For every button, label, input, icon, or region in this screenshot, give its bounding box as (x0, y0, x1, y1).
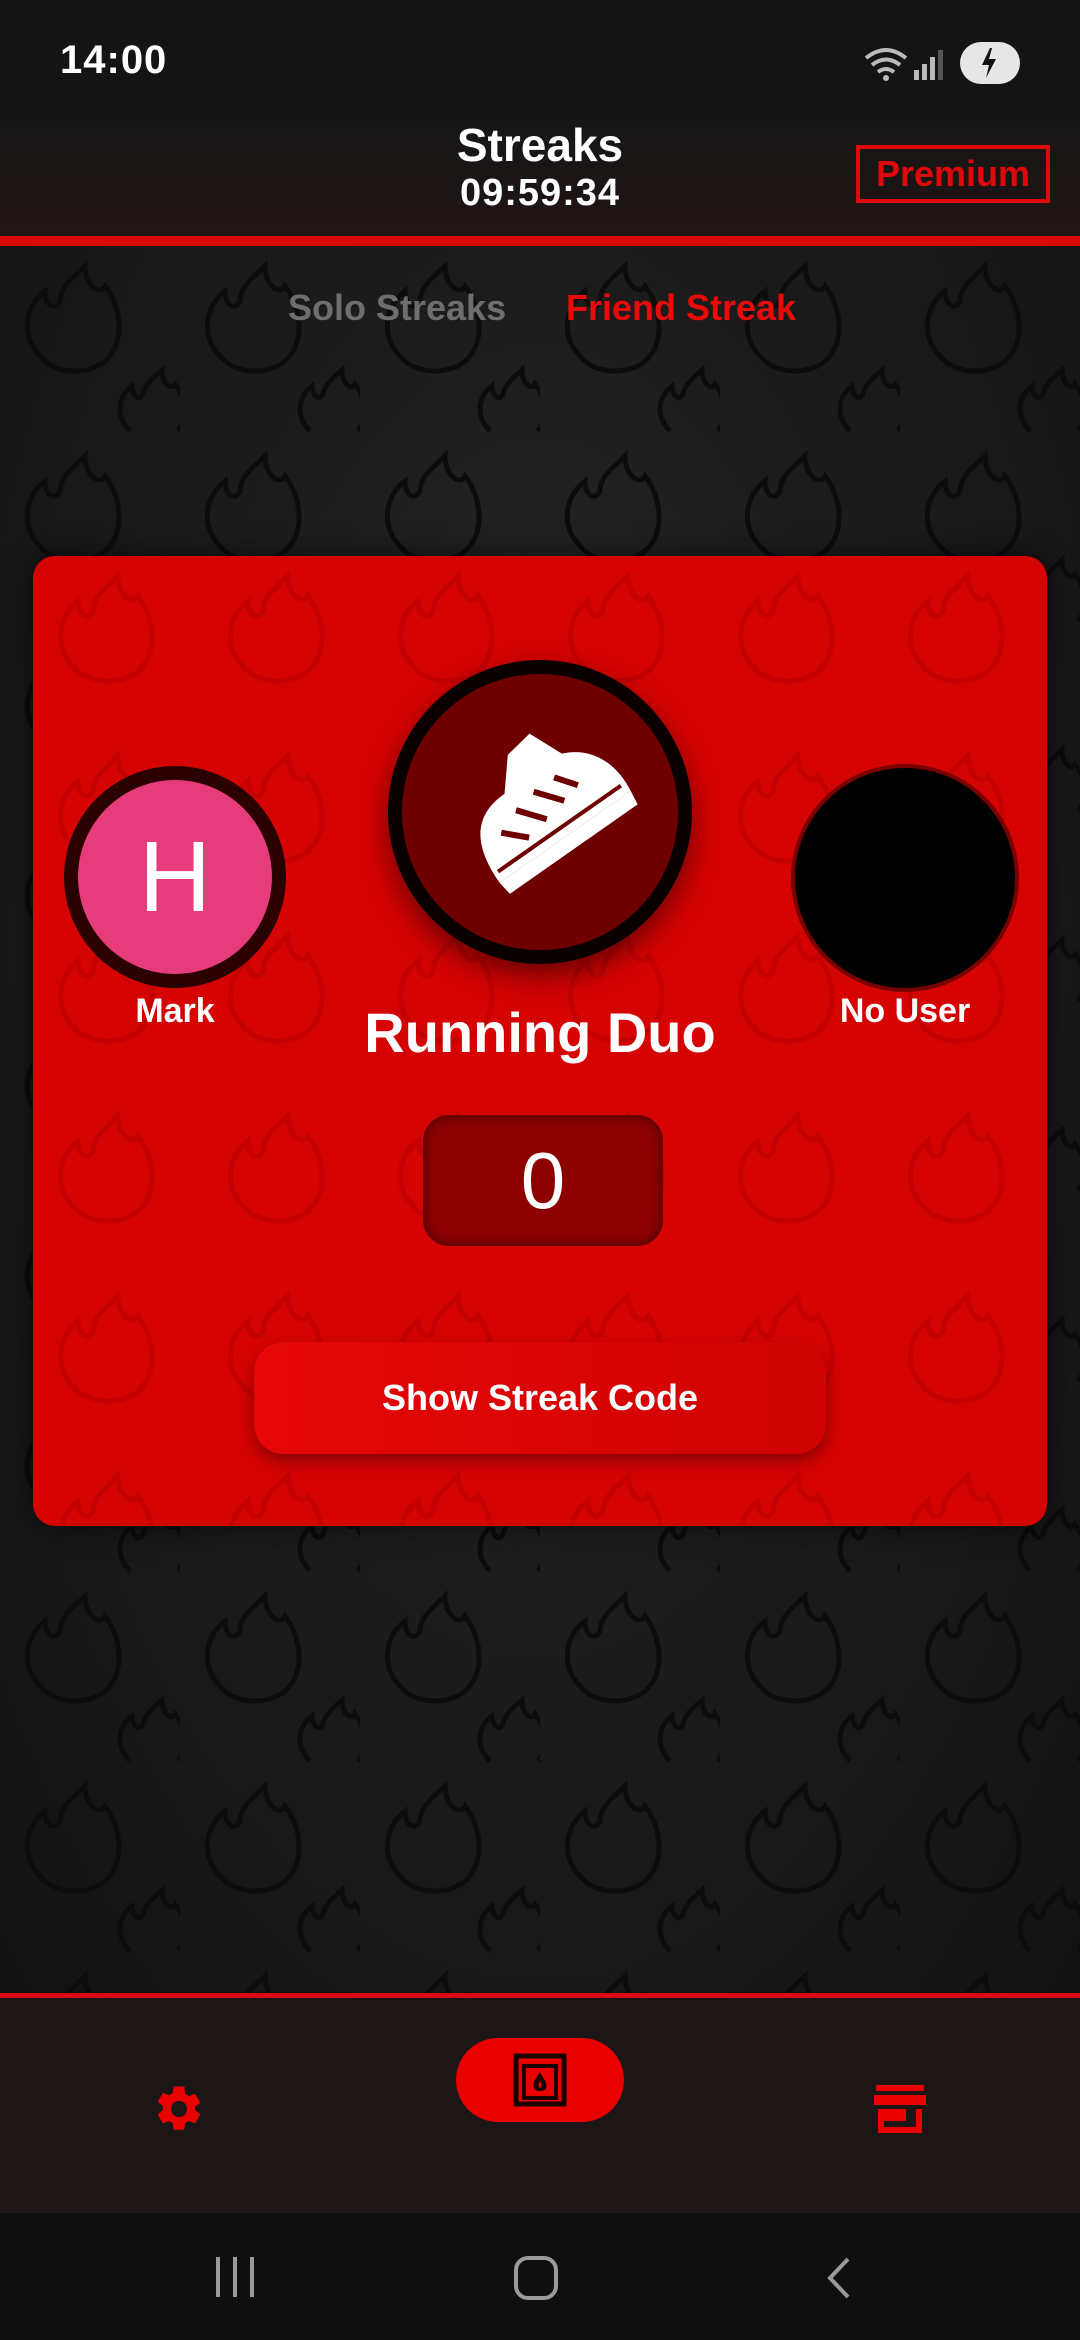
battery-charging-icon (960, 42, 1020, 84)
recent-apps-icon[interactable] (212, 2255, 258, 2299)
store-icon[interactable] (872, 2083, 928, 2135)
streak-count: 0 (423, 1115, 663, 1246)
gear-icon[interactable] (152, 2082, 206, 2136)
back-icon[interactable] (824, 2255, 854, 2301)
fireplace-icon (513, 2053, 567, 2107)
status-bar: 14:00 (0, 0, 1080, 120)
header-divider (0, 236, 1080, 246)
status-time: 14:00 (60, 38, 168, 82)
streak-title: Running Duo (364, 1001, 716, 1064)
tab-friend-streak[interactable]: Friend Streak (566, 287, 796, 329)
running-shoe-icon (480, 733, 638, 894)
home-icon[interactable] (513, 2255, 559, 2301)
tab-solo-streaks[interactable]: Solo Streaks (288, 287, 506, 329)
show-streak-code-button[interactable]: Show Streak Code (254, 1342, 826, 1454)
wifi-icon (864, 48, 908, 81)
signal-icon (914, 50, 943, 80)
right-user-avatar[interactable] (795, 768, 1015, 988)
system-nav-bar (0, 2213, 1080, 2340)
premium-button[interactable]: Premium (856, 145, 1050, 203)
left-user-avatar-inner: H (78, 780, 272, 974)
